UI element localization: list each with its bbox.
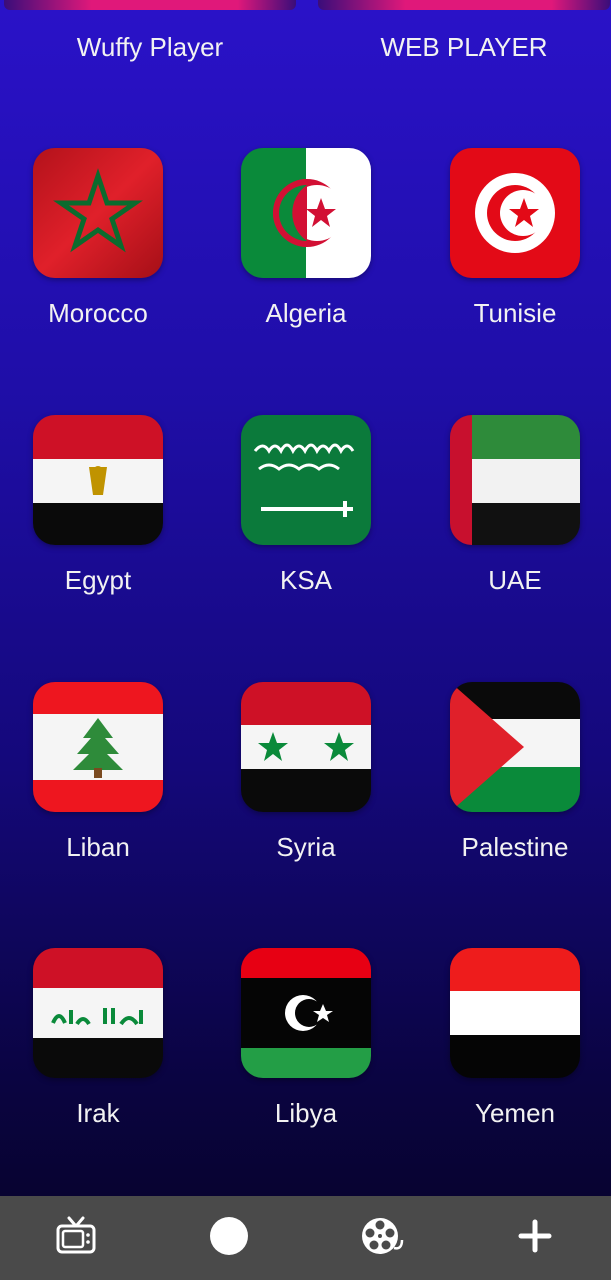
country-tile-libya[interactable]: Libya bbox=[216, 948, 396, 1148]
circle-button[interactable] bbox=[199, 1208, 259, 1268]
country-tile-lebanon[interactable]: Liban bbox=[8, 682, 188, 882]
tv-button[interactable] bbox=[46, 1208, 106, 1268]
yemen-flag-icon bbox=[450, 948, 580, 1078]
iraq-flag-icon bbox=[33, 948, 163, 1078]
algeria-flag-icon bbox=[241, 148, 371, 278]
uae-flag-icon bbox=[450, 415, 580, 545]
morocco-flag-icon bbox=[33, 148, 163, 278]
country-name: KSA bbox=[279, 565, 333, 595]
country-tile-morocco[interactable]: Morocco bbox=[8, 148, 188, 348]
circle-icon bbox=[209, 1216, 249, 1261]
tv-icon bbox=[55, 1216, 97, 1261]
player-bar bbox=[4, 0, 296, 10]
country-name: Morocco bbox=[48, 298, 148, 328]
tunisia-flag-icon bbox=[450, 148, 580, 278]
country-tile-algeria[interactable]: Algeria bbox=[216, 148, 396, 348]
country-name: Egypt bbox=[64, 565, 132, 595]
bottom-navigation bbox=[0, 1196, 611, 1280]
libya-flag-icon bbox=[241, 948, 371, 1078]
country-tile-ksa[interactable]: KSA bbox=[216, 415, 396, 615]
country-name: Algeria bbox=[265, 298, 347, 328]
country-tile-iraq[interactable]: Irak bbox=[8, 948, 188, 1148]
country-tile-yemen[interactable]: Yemen bbox=[425, 948, 605, 1148]
plus-icon bbox=[518, 1219, 552, 1258]
syria-flag-icon bbox=[241, 682, 371, 812]
film-reel-icon bbox=[360, 1216, 404, 1261]
player-bar bbox=[318, 0, 610, 10]
country-name: Palestine bbox=[461, 832, 569, 862]
saudi-arabia-flag-icon bbox=[241, 415, 371, 545]
egypt-flag-icon bbox=[33, 415, 163, 545]
country-name: Yemen bbox=[475, 1098, 555, 1128]
web-player-label: WEB PLAYER bbox=[380, 32, 548, 62]
country-name: Irak bbox=[76, 1098, 120, 1128]
country-name: UAE bbox=[488, 565, 542, 595]
country-tile-tunisia[interactable]: Tunisie bbox=[425, 148, 605, 348]
country-tile-egypt[interactable]: Egypt bbox=[8, 415, 188, 615]
web-player-button[interactable]: WEB PLAYER bbox=[318, 0, 610, 90]
wuffy-player-button[interactable]: Wuffy Player bbox=[4, 0, 296, 90]
country-tile-uae[interactable]: UAE bbox=[425, 415, 605, 615]
country-name: Tunisie bbox=[473, 298, 557, 328]
country-name: Liban bbox=[66, 832, 130, 862]
lebanon-flag-icon bbox=[33, 682, 163, 812]
country-name: Syria bbox=[276, 832, 336, 862]
palestine-flag-icon bbox=[450, 682, 580, 812]
country-tile-syria[interactable]: Syria bbox=[216, 682, 396, 882]
film-reel-button[interactable] bbox=[352, 1208, 412, 1268]
country-name: Libya bbox=[274, 1098, 338, 1128]
add-button[interactable] bbox=[505, 1208, 565, 1268]
country-tile-palestine[interactable]: Palestine bbox=[425, 682, 605, 882]
wuffy-player-label: Wuffy Player bbox=[76, 32, 224, 62]
